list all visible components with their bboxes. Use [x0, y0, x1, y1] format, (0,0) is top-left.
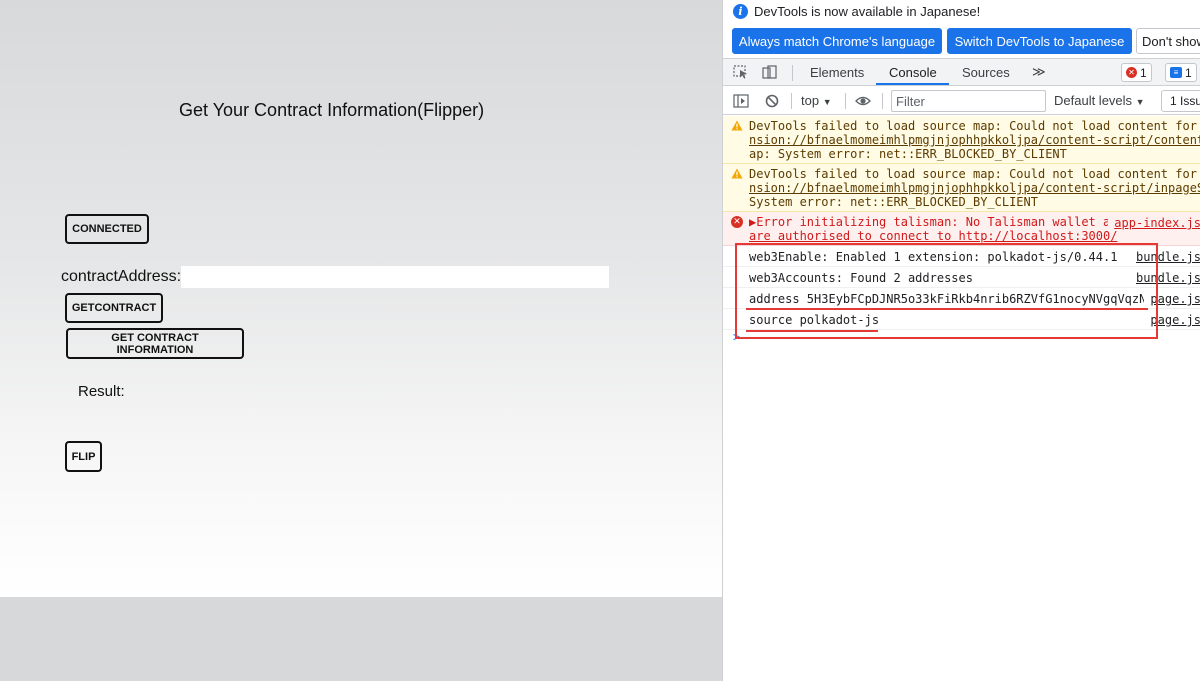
console-messages: DevTools failed to load source map: Coul… — [723, 116, 1200, 348]
get-contract-button[interactable]: GETCONTRACT — [65, 293, 163, 323]
message-count: 1 — [1185, 65, 1192, 80]
flip-button[interactable]: FLIP — [65, 441, 102, 472]
dont-show-button[interactable]: Don't show — [1136, 28, 1200, 54]
log-source-link[interactable]: bundle.js — [1129, 250, 1200, 264]
connected-button[interactable]: CONNECTED — [65, 214, 149, 244]
warning-source-link[interactable]: nsion://bfnaelmomeimhlpmgjnjophhpkkoljpa… — [749, 181, 1200, 195]
toolbar-separator — [792, 65, 793, 81]
chevron-down-icon: ▼ — [1135, 97, 1145, 107]
toolbar-separator — [882, 93, 883, 109]
context-select[interactable]: top ▼ — [801, 93, 832, 108]
switch-to-japanese-button[interactable]: Switch DevTools to Japanese — [947, 28, 1132, 54]
tab-sources[interactable]: Sources — [962, 65, 1010, 80]
info-icon: i — [733, 4, 748, 19]
page-title: Get Your Contract Information(Flipper) — [179, 100, 485, 120]
page-background — [0, 597, 722, 681]
clear-console-icon[interactable] — [764, 94, 780, 108]
console-prompt[interactable]: > — [723, 330, 1200, 348]
levels-label: Default levels — [1054, 93, 1133, 108]
log-text: source polkadot-js — [749, 313, 880, 327]
warning-icon — [731, 168, 743, 179]
error-link[interactable]: are authorised to connect to http://loca… — [749, 229, 1197, 243]
source-underline — [746, 330, 878, 332]
error-icon: ✕ — [731, 216, 743, 228]
tab-console[interactable]: Console — [889, 65, 937, 80]
error-icon: ✕ — [1126, 67, 1137, 78]
console-toolbar: top ▼ Default levels ▼ 1 Issue — [723, 87, 1200, 115]
more-tabs-icon[interactable]: ≫ — [1032, 64, 1046, 80]
active-tab-indicator — [876, 83, 949, 85]
toolbar-separator — [791, 93, 792, 109]
console-warning: DevTools failed to load source map: Coul… — [723, 164, 1200, 212]
console-log: web3Accounts: Found 2 addresses bundle.j… — [723, 267, 1200, 288]
warning-line: DevTools failed to load source map: Coul… — [749, 167, 1200, 181]
log-text: address 5H3EybFCpDJNR5o33kFiRkb4nrib6RZV… — [749, 292, 1154, 306]
error-source-link[interactable]: app-index.js — [1108, 216, 1200, 230]
chevron-down-icon: ▼ — [822, 97, 832, 107]
warning-source-link[interactable]: nsion://bfnaelmomeimhlpmgjnjophhpkkoljpa… — [749, 133, 1200, 147]
result-label: Result: — [78, 383, 125, 400]
contract-address-label: contractAddress: — [61, 268, 182, 285]
default-levels-dropdown[interactable]: Default levels ▼ — [1054, 93, 1145, 108]
address-underline — [746, 308, 1148, 310]
console-log: address 5H3EybFCpDJNR5o33kFiRkb4nrib6RZV… — [723, 288, 1200, 309]
devtools-panel: i DevTools is now available in Japanese!… — [722, 0, 1200, 681]
warning-line: ap: System error: net::ERR_BLOCKED_BY_CL… — [749, 147, 1067, 161]
warning-line: System error: net::ERR_BLOCKED_BY_CLIENT — [749, 195, 1038, 209]
console-warning: DevTools failed to load source map: Coul… — [723, 116, 1200, 164]
issues-button[interactable]: 1 Issue — [1161, 90, 1200, 112]
app-page: Get Your Contract Information(Flipper) C… — [0, 0, 722, 597]
language-infobar: i DevTools is now available in Japanese!… — [723, 0, 1200, 56]
filter-input[interactable] — [891, 90, 1046, 112]
log-text: web3Accounts: Found 2 addresses — [749, 271, 973, 285]
log-text: web3Enable: Enabled 1 extension: polkado… — [749, 250, 1118, 264]
error-count-badge[interactable]: ✕ 1 — [1121, 63, 1152, 82]
device-toolbar-icon[interactable] — [761, 65, 777, 79]
sidebar-toggle-icon[interactable] — [733, 94, 749, 108]
get-contract-information-button[interactable]: GET CONTRACT INFORMATION — [66, 328, 244, 359]
message-icon: ≡ — [1170, 67, 1182, 78]
live-expression-eye-icon[interactable] — [855, 94, 871, 108]
contract-address-input[interactable] — [181, 266, 609, 288]
toolbar-separator — [845, 93, 846, 109]
log-source-link[interactable]: bundle.js — [1129, 271, 1200, 285]
inspect-element-icon[interactable] — [733, 65, 749, 79]
log-source-link[interactable]: page.js — [1144, 292, 1200, 306]
error-count: 1 — [1140, 65, 1147, 80]
console-log: web3Enable: Enabled 1 extension: polkado… — [723, 246, 1200, 267]
console-log: source polkadot-js page.js — [723, 309, 1200, 330]
infobar-message: DevTools is now available in Japanese! — [754, 4, 981, 19]
warning-icon — [731, 120, 743, 131]
always-match-language-button[interactable]: Always match Chrome's language — [732, 28, 942, 54]
tab-elements[interactable]: Elements — [810, 65, 864, 80]
message-count-badge[interactable]: ≡ 1 — [1165, 63, 1197, 82]
warning-line: DevTools failed to load source map: Coul… — [749, 119, 1200, 133]
context-value: top — [801, 93, 820, 108]
devtools-tabbar: Elements Console Sources ≫ ✕ 1 ≡ 1 — [723, 58, 1200, 86]
log-source-link[interactable]: page.js — [1144, 313, 1200, 327]
console-error[interactable]: ✕ ▶Error initializing talisman: No Talis… — [723, 212, 1200, 246]
